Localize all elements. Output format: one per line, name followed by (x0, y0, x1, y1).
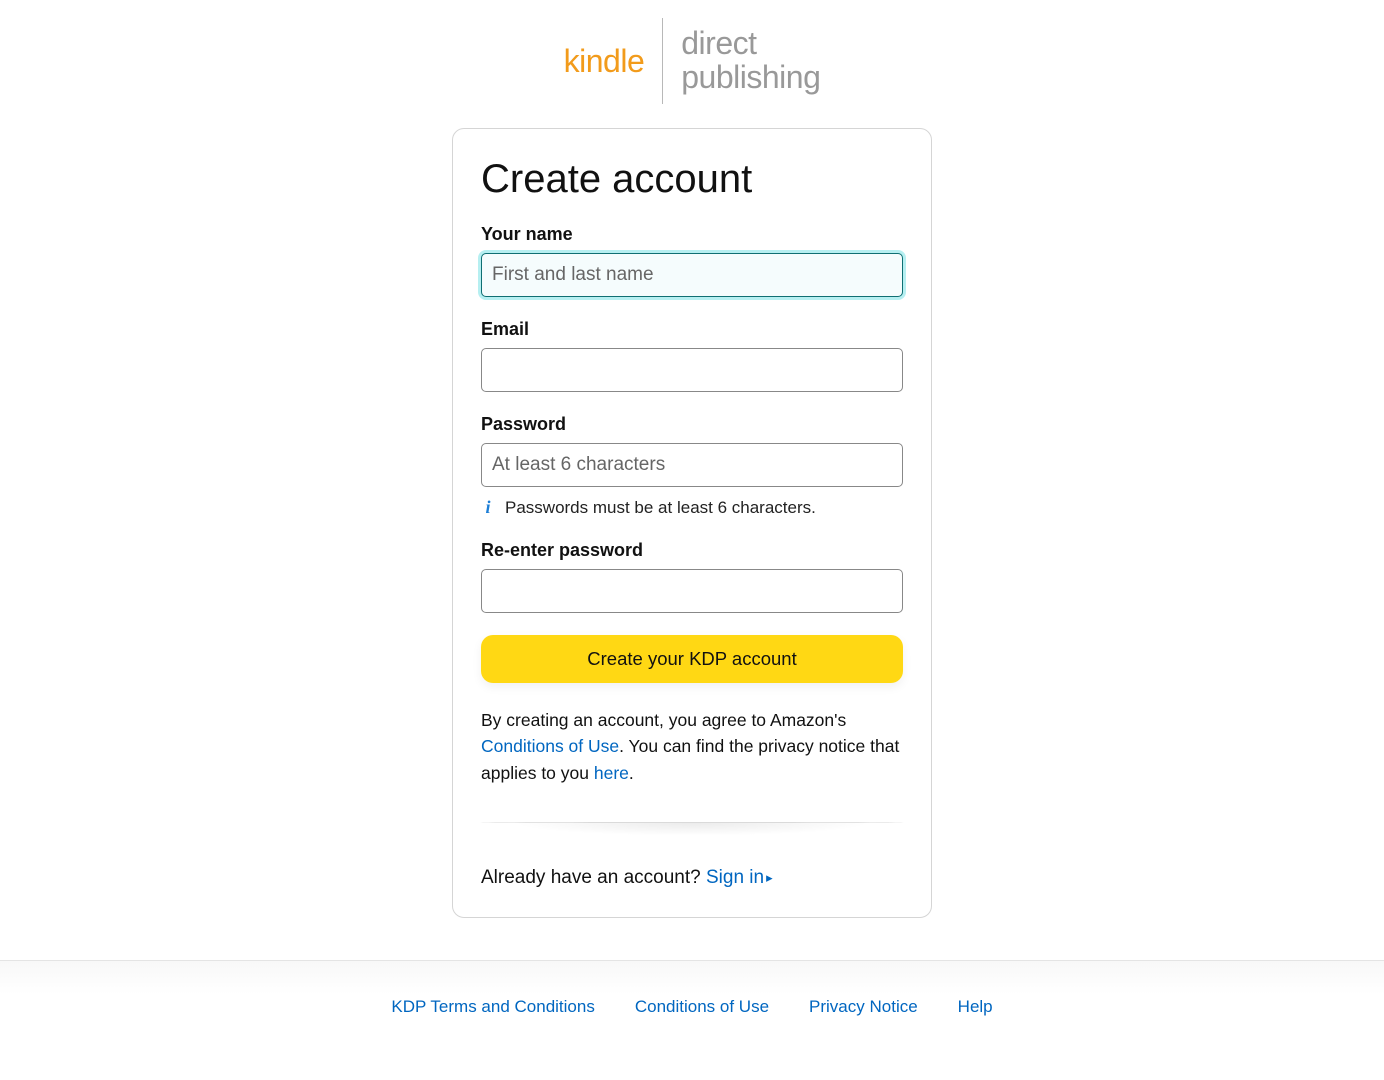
privacy-here-link[interactable]: here (594, 763, 629, 783)
footer-link-help[interactable]: Help (958, 997, 993, 1017)
info-icon: i (481, 497, 495, 518)
field-email: Email (481, 319, 903, 392)
chevron-right-icon: ▸ (766, 870, 773, 885)
page-title: Create account (481, 157, 903, 202)
password-hint-text: Passwords must be at least 6 characters. (505, 498, 816, 518)
create-account-card: Create account Your name Email Password … (452, 128, 932, 918)
password2-label: Re-enter password (481, 540, 903, 561)
kdp-logo: kindle direct publishing (564, 18, 821, 104)
name-label: Your name (481, 224, 903, 245)
password-confirm-input[interactable] (481, 569, 903, 613)
footer-link-conditions[interactable]: Conditions of Use (635, 997, 769, 1017)
footer-link-kdp-terms[interactable]: KDP Terms and Conditions (391, 997, 594, 1017)
logo-publishing-text: publishing (681, 61, 820, 95)
email-input[interactable] (481, 348, 903, 392)
password-hint: i Passwords must be at least 6 character… (481, 497, 903, 518)
logo-direct-text: direct (681, 27, 820, 61)
logo-kindle-text: kindle (564, 43, 663, 80)
name-input[interactable] (481, 253, 903, 297)
conditions-of-use-link[interactable]: Conditions of Use (481, 736, 619, 756)
legal-text: By creating an account, you agree to Ama… (481, 707, 903, 786)
page-footer: KDP Terms and Conditions Conditions of U… (0, 960, 1384, 1017)
password-input[interactable] (481, 443, 903, 487)
field-password-confirm: Re-enter password (481, 540, 903, 613)
field-password: Password i Passwords must be at least 6 … (481, 414, 903, 518)
logo-direct-publishing: direct publishing (663, 27, 820, 94)
sign-in-link[interactable]: Sign in▸ (706, 867, 773, 888)
signin-prompt: Already have an account? Sign in▸ (481, 867, 903, 889)
password-label: Password (481, 414, 903, 435)
field-name: Your name (481, 224, 903, 297)
create-account-button[interactable]: Create your KDP account (481, 635, 903, 683)
footer-link-privacy[interactable]: Privacy Notice (809, 997, 918, 1017)
email-label: Email (481, 319, 903, 340)
